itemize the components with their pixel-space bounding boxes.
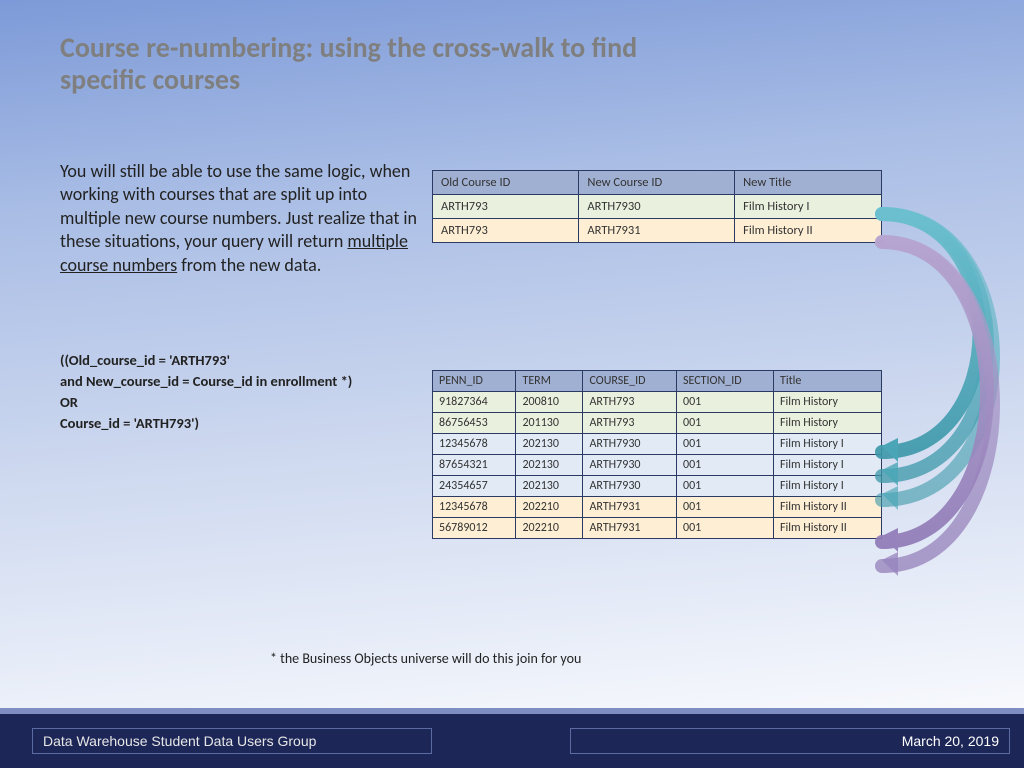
col-course-id: COURSE_ID [583, 371, 677, 392]
table-cell: 87654321 [433, 455, 516, 476]
table-row: ARTH793ARTH7931Film History II [433, 219, 882, 243]
table-cell: 86756453 [433, 413, 516, 434]
table-cell: 001 [676, 497, 773, 518]
table-cell: ARTH793 [583, 413, 677, 434]
table-row: 86756453201130ARTH793001Film History [433, 413, 882, 434]
table-cell: 12345678 [433, 497, 516, 518]
table-row: 56789012202210ARTH7931001Film History II [433, 518, 882, 539]
slide: Course re-numbering: using the cross-wal… [0, 0, 1024, 768]
table-row: ARTH793ARTH7930Film History I [433, 195, 882, 219]
col-title: Title [773, 371, 881, 392]
table-cell: ARTH7931 [583, 497, 677, 518]
table-cell: 202130 [516, 455, 583, 476]
table-row: 12345678202130ARTH7930001Film History I [433, 434, 882, 455]
table-cell: 001 [676, 434, 773, 455]
col-old-course-id: Old Course ID [433, 171, 579, 195]
code-line: Course_id = 'ARTH793') [60, 413, 430, 434]
table-cell: Film History I [735, 195, 882, 219]
table-cell: 202130 [516, 476, 583, 497]
table-row: 87654321202130ARTH7930001Film History I [433, 455, 882, 476]
table-row: 24354657202130ARTH7930001Film History I [433, 476, 882, 497]
crosswalk-table: Old Course ID New Course ID New Title AR… [432, 170, 882, 243]
table-header-row: Old Course ID New Course ID New Title [433, 171, 882, 195]
table-row: 12345678202210ARTH7931001Film History II [433, 497, 882, 518]
table-cell: Film History II [735, 219, 882, 243]
table-cell: 201130 [516, 413, 583, 434]
table-cell: ARTH7930 [583, 476, 677, 497]
table-cell: ARTH7931 [579, 219, 735, 243]
table-cell: ARTH7930 [579, 195, 735, 219]
col-section-id: SECTION_ID [676, 371, 773, 392]
table-cell: Film History [773, 392, 881, 413]
table-cell: 001 [676, 455, 773, 476]
table-cell: 12345678 [433, 434, 516, 455]
table-cell: 56789012 [433, 518, 516, 539]
col-term: TERM [516, 371, 583, 392]
table-cell: 91827364 [433, 392, 516, 413]
table-header-row: PENN_ID TERM COURSE_ID SECTION_ID Title [433, 371, 882, 392]
code-line: ((Old_course_id = 'ARTH793' [60, 350, 430, 371]
body-paragraph: You will still be able to use the same l… [60, 160, 420, 277]
enrollment-table: PENN_ID TERM COURSE_ID SECTION_ID Title … [432, 370, 882, 539]
table-cell: 200810 [516, 392, 583, 413]
table-cell: ARTH7930 [583, 434, 677, 455]
table-cell: 24354657 [433, 476, 516, 497]
table-cell: ARTH7931 [583, 518, 677, 539]
table-cell: ARTH793 [433, 195, 579, 219]
table-cell: 202130 [516, 434, 583, 455]
footer-date: March 20, 2019 [570, 728, 1010, 754]
query-code: ((Old_course_id = 'ARTH793' and New_cour… [60, 350, 430, 434]
footer-bar: Data Warehouse Student Data Users Group … [0, 708, 1024, 768]
col-new-title: New Title [735, 171, 882, 195]
table-cell: Film History II [773, 518, 881, 539]
table-cell: 001 [676, 413, 773, 434]
table-cell: Film History I [773, 455, 881, 476]
table-cell: 001 [676, 392, 773, 413]
table-cell: Film History I [773, 434, 881, 455]
mapping-arrows-icon [872, 182, 1024, 612]
table-cell: 202210 [516, 497, 583, 518]
table-cell: ARTH793 [583, 392, 677, 413]
table-cell: ARTH793 [433, 219, 579, 243]
code-line: OR [60, 392, 430, 413]
col-penn-id: PENN_ID [433, 371, 516, 392]
slide-title: Course re-numbering: using the cross-wal… [60, 32, 640, 96]
table-cell: 001 [676, 476, 773, 497]
footer-divider [0, 708, 1024, 714]
table-row: 91827364200810ARTH793001Film History [433, 392, 882, 413]
footnote: * the Business Objects universe will do … [270, 650, 581, 667]
table-cell: ARTH7930 [583, 455, 677, 476]
table-cell: 202210 [516, 518, 583, 539]
table-cell: Film History II [773, 497, 881, 518]
table-cell: Film History I [773, 476, 881, 497]
table-cell: Film History [773, 413, 881, 434]
footer-group-name: Data Warehouse Student Data Users Group [32, 728, 432, 754]
table-cell: 001 [676, 518, 773, 539]
col-new-course-id: New Course ID [579, 171, 735, 195]
body-tail: from the new data. [177, 254, 321, 276]
code-line: and New_course_id = Course_id in enrollm… [60, 371, 430, 392]
